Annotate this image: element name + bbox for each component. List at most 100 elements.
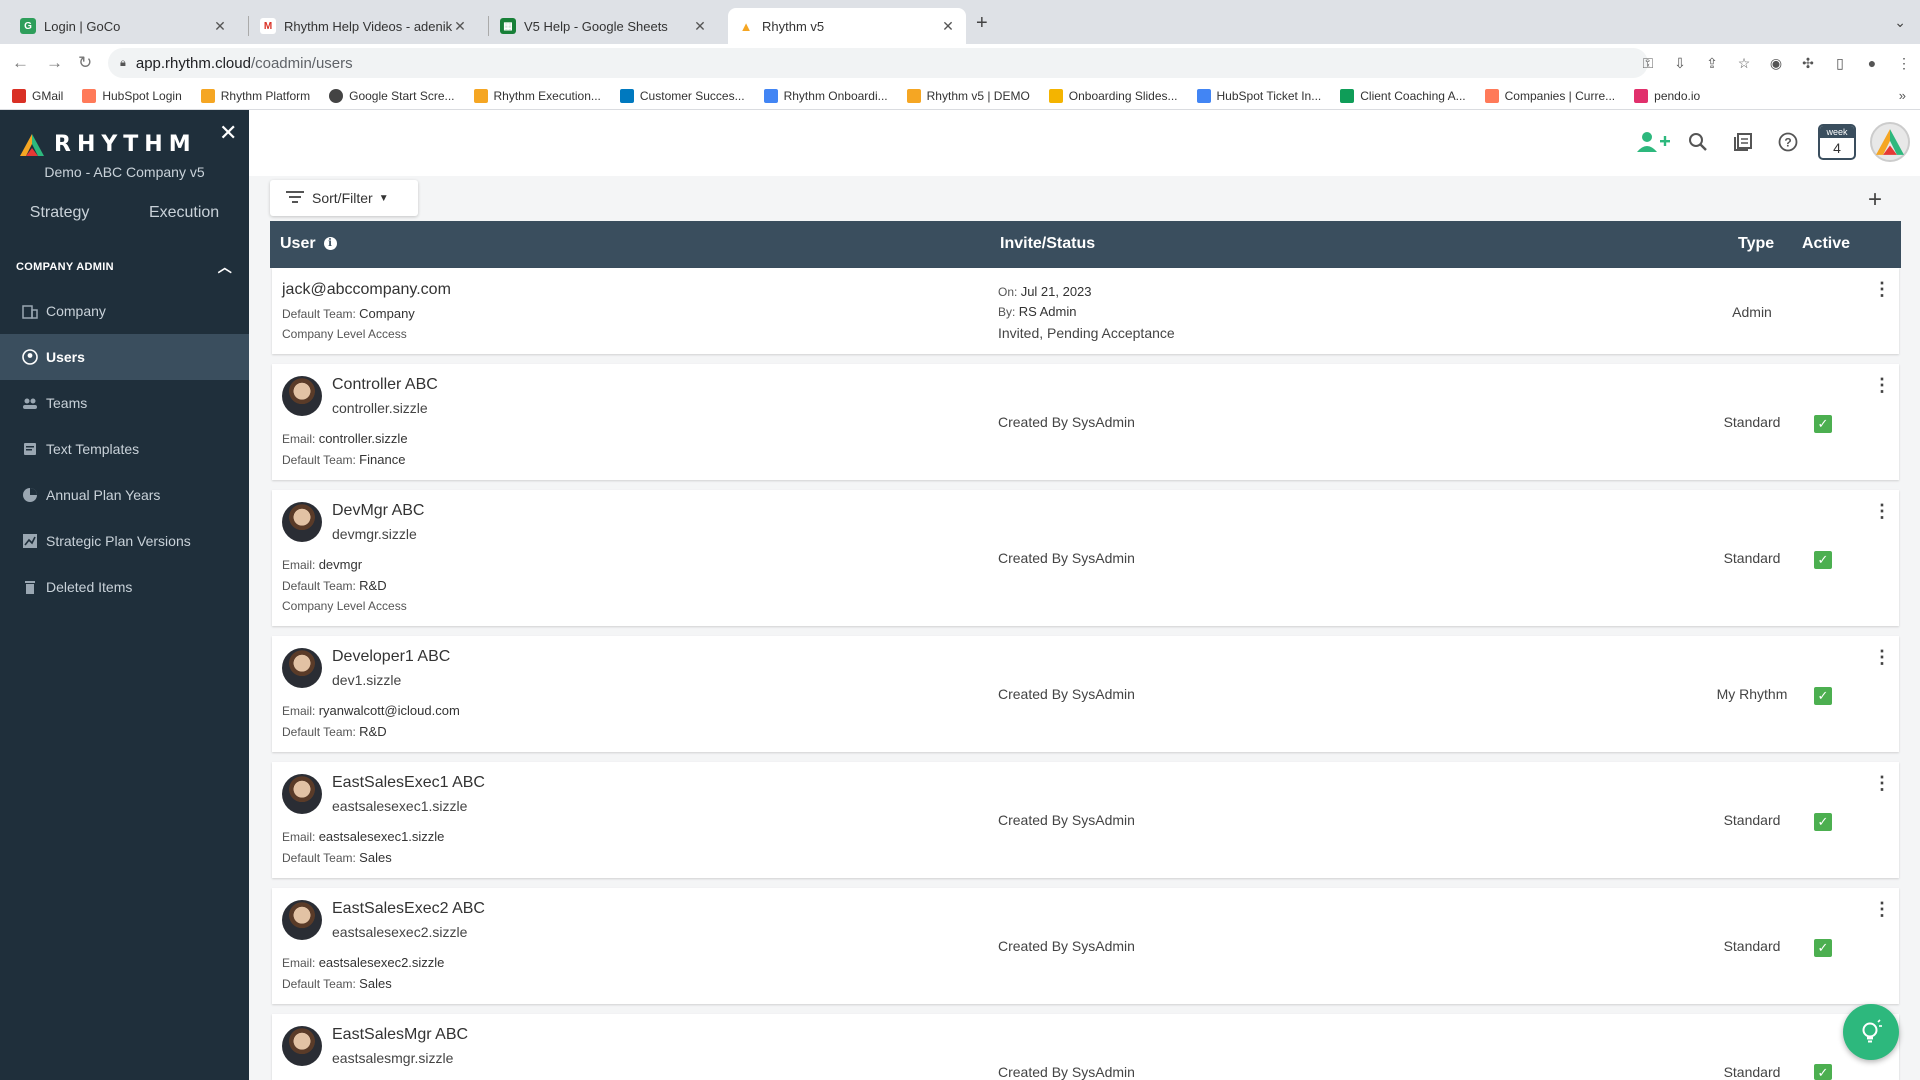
side-panel-icon[interactable]: ▯ (1824, 55, 1856, 72)
star-icon[interactable]: ☆ (1728, 55, 1760, 72)
tab-strategy[interactable]: Strategy (30, 204, 90, 222)
active-checkbox[interactable]: ✓ (1814, 415, 1832, 433)
bookmark-rhythm-onboarding[interactable]: Rhythm Onboardi... (763, 88, 888, 103)
active-checkbox[interactable]: ✓ (1814, 813, 1832, 831)
key-icon[interactable]: ⚿ (1632, 55, 1664, 72)
bookmark-rhythm-demo[interactable]: Rhythm v5 | DEMO (906, 88, 1030, 103)
by-label: By: (998, 305, 1016, 319)
column-header-type[interactable]: Type (1738, 235, 1774, 253)
table-row[interactable]: EastSalesExec1 ABC eastsalesexec1.sizzle… (272, 762, 1899, 878)
section-title: COMPANY ADMIN (16, 261, 114, 273)
browser-menu-icon[interactable]: ⋮ (1888, 55, 1920, 72)
active-checkbox[interactable]: ✓ (1814, 551, 1832, 569)
help-lightbulb-button[interactable] (1843, 1004, 1899, 1060)
on-label: On: (998, 285, 1018, 299)
active-checkbox[interactable]: ✓ (1814, 687, 1832, 705)
tab-search-chevron-icon[interactable]: ⌄ (1894, 14, 1906, 31)
team-label: Default Team: (282, 579, 356, 593)
library-icon[interactable] (1720, 132, 1765, 152)
team-label: Default Team: (282, 977, 356, 991)
close-sidebar-icon[interactable]: ✕ (219, 120, 237, 146)
company-admin-section-header[interactable]: COMPANY ADMIN ︿ (16, 257, 232, 277)
add-user-icon[interactable] (1630, 130, 1675, 154)
more-options-icon[interactable]: ⋮ (1872, 648, 1892, 666)
team-value: Finance (359, 452, 406, 467)
add-icon[interactable]: + (1868, 186, 1882, 214)
table-row[interactable]: DevMgr ABC devmgr.sizzle Email: devmgr D… (272, 490, 1899, 626)
user-email: Email: eastsalesexec1.sizzle (282, 829, 444, 844)
user-avatar[interactable] (1870, 122, 1910, 162)
rhythm-logo[interactable]: RHYTHM (20, 132, 197, 157)
bookmark-rhythm-platform[interactable]: Rhythm Platform (200, 88, 310, 103)
sidebar-item-strategic-plan-versions[interactable]: Strategic Plan Versions (0, 518, 249, 564)
more-options-icon[interactable]: ⋮ (1872, 900, 1892, 918)
user-name: EastSalesMgr ABC (332, 1026, 469, 1043)
url-input[interactable]: 🔒︎ app.rhythm.cloud/coadmin/users (108, 48, 1648, 78)
active-checkbox[interactable]: ✓ (1814, 939, 1832, 957)
more-bookmarks-icon[interactable]: » (1899, 88, 1906, 103)
bookmark-pendo[interactable]: pendo.io (1634, 88, 1700, 103)
close-tab-icon[interactable]: ✕ (212, 18, 228, 35)
more-options-icon[interactable]: ⋮ (1872, 774, 1892, 792)
browser-tab-gmail[interactable]: M Rhythm Help Videos - adenike ✕ (250, 8, 478, 44)
sidebar-item-users[interactable]: Users (0, 334, 249, 380)
search-icon[interactable] (1675, 132, 1720, 152)
bookmark-customer-success[interactable]: Customer Succes... (619, 88, 745, 103)
back-arrow-icon[interactable]: ← (12, 53, 29, 73)
sidebar-item-teams[interactable]: Teams (0, 380, 249, 426)
tab-execution[interactable]: Execution (149, 204, 219, 222)
more-options-icon[interactable]: ⋮ (1872, 502, 1892, 520)
sort-filter-label: Sort/Filter (312, 190, 373, 206)
sidebar-item-label: Teams (46, 395, 88, 411)
more-options-icon[interactable]: ⋮ (1872, 376, 1892, 394)
building-icon (22, 303, 38, 319)
sidebar-item-deleted-items[interactable]: Deleted Items (0, 564, 249, 610)
table-row[interactable]: EastSalesExec2 ABC eastsalesexec2.sizzle… (272, 888, 1899, 1004)
table-row[interactable]: jack@abccompany.com Default Team: Compan… (272, 268, 1899, 354)
sidebar-item-text-templates[interactable]: Text Templates (0, 426, 249, 472)
close-tab-icon[interactable]: ✕ (940, 18, 956, 35)
avatar (282, 648, 322, 688)
column-header-active[interactable]: Active (1802, 235, 1850, 253)
bookmark-rhythm-execution[interactable]: Rhythm Execution... (473, 88, 601, 103)
globe-icon (329, 88, 344, 103)
user-handle: devmgr.sizzle (332, 526, 417, 542)
bookmark-hubspot-ticket[interactable]: HubSpot Ticket In... (1196, 88, 1321, 103)
table-row[interactable]: EastSalesMgr ABC eastsalesmgr.sizzle Cre… (272, 1014, 1899, 1080)
sidebar-item-annual-plan-years[interactable]: Annual Plan Years (0, 472, 249, 518)
more-options-icon[interactable]: ⋮ (1872, 280, 1892, 298)
browser-tab-sheets[interactable]: ▦ V5 Help - Google Sheets ✕ (490, 8, 718, 44)
column-header-user[interactable]: User i (280, 235, 337, 253)
new-tab-icon[interactable]: + (976, 12, 988, 35)
week-badge[interactable]: week 4 (1818, 124, 1856, 160)
sort-filter-button[interactable]: Sort/Filter ▼ (270, 180, 418, 216)
company-name[interactable]: Demo - ABC Company v5 (0, 164, 249, 180)
bookmark-label: Onboarding Slides... (1068, 88, 1178, 103)
profile-avatar-icon[interactable]: ● (1856, 55, 1888, 71)
column-header-status[interactable]: Invite/Status (1000, 235, 1095, 253)
chevron-up-icon[interactable]: ︿ (218, 257, 232, 277)
help-icon[interactable]: ? (1765, 132, 1810, 152)
password-manager-icon[interactable]: ◉ (1760, 55, 1792, 72)
forward-arrow-icon[interactable]: → (46, 53, 63, 73)
browser-tab-goco[interactable]: G Login | GoCo ✕ (10, 8, 238, 44)
avatar (282, 376, 322, 416)
close-tab-icon[interactable]: ✕ (692, 18, 708, 35)
table-row[interactable]: Controller ABC controller.sizzle Email: … (272, 364, 1899, 480)
active-checkbox[interactable]: ✓ (1814, 1064, 1832, 1080)
browser-tab-rhythm[interactable]: ▲ Rhythm v5 ✕ (728, 8, 966, 44)
bookmark-gmail[interactable]: GMail (12, 88, 63, 103)
bookmark-onboarding-slides[interactable]: Onboarding Slides... (1048, 88, 1178, 103)
reload-icon[interactable]: ↻ (78, 53, 92, 73)
close-tab-icon[interactable]: ✕ (452, 18, 468, 35)
install-icon[interactable]: ⇩ (1664, 55, 1696, 72)
table-row[interactable]: Developer1 ABC dev1.sizzle Email: ryanwa… (272, 636, 1899, 752)
info-icon[interactable]: i (323, 237, 337, 251)
bookmark-hubspot-login[interactable]: HubSpot Login (82, 88, 182, 103)
extensions-puzzle-icon[interactable]: ✣ (1792, 55, 1824, 72)
bookmark-client-coaching[interactable]: Client Coaching A... (1340, 88, 1466, 103)
share-icon[interactable]: ⇪ (1696, 55, 1728, 72)
bookmark-companies[interactable]: Companies | Curre... (1484, 88, 1615, 103)
bookmark-google-start[interactable]: Google Start Scre... (329, 88, 455, 103)
sidebar-item-company[interactable]: Company (0, 288, 249, 334)
